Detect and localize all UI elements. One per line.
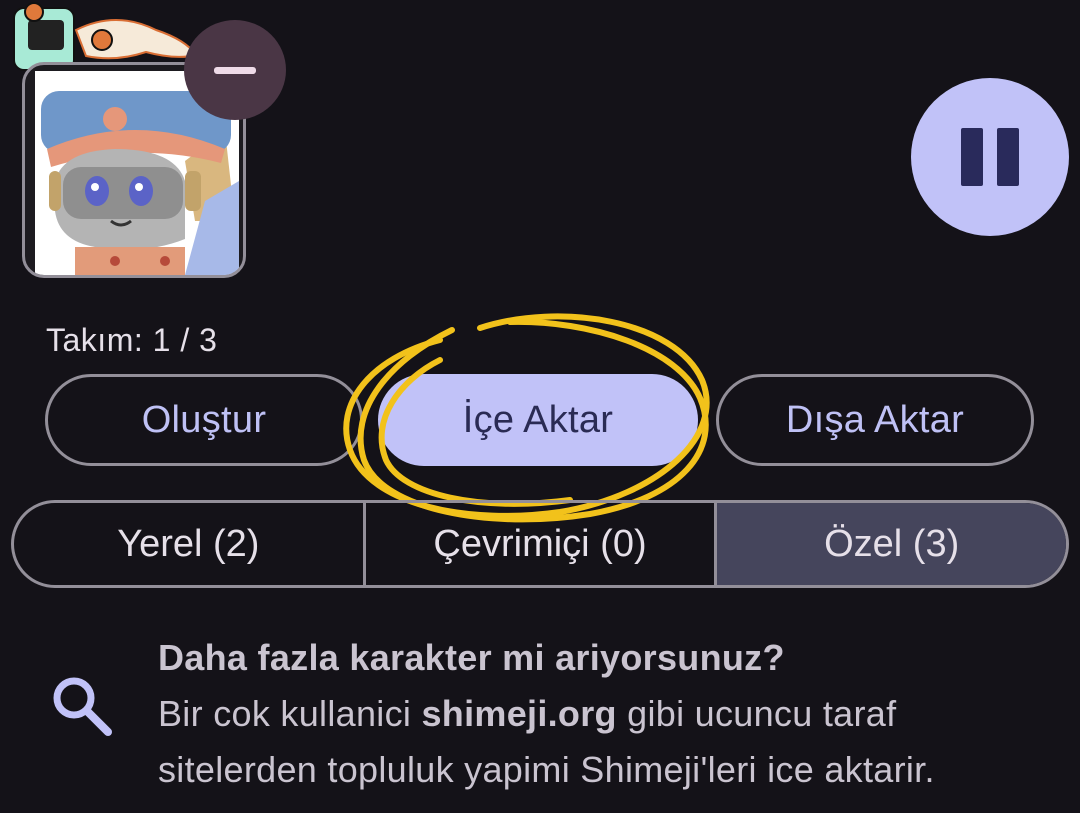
- tab-online[interactable]: Çevrimiçi (0): [362, 503, 715, 585]
- tab-local[interactable]: Yerel (2): [14, 503, 363, 585]
- tab-custom[interactable]: Özel (3): [714, 503, 1066, 585]
- import-button[interactable]: İçe Aktar: [378, 374, 698, 466]
- pause-icon-left-bar: [961, 128, 983, 186]
- pause-button[interactable]: [911, 78, 1069, 236]
- info-title: Daha fazla karakter mi ariyorsunuz?: [158, 637, 785, 678]
- remove-character-button[interactable]: [184, 20, 286, 120]
- character-source-tabs: Yerel (2) Çevrimiçi (0) Özel (3): [11, 500, 1069, 588]
- pause-icon-right-bar: [997, 128, 1019, 186]
- shimeji-org-link[interactable]: shimeji.org: [421, 693, 616, 734]
- minus-icon: [214, 66, 256, 74]
- create-button[interactable]: Oluştur: [45, 374, 363, 466]
- info-body-prefix: Bir cok kullanici: [158, 693, 422, 734]
- team-count-label: Takım: 1 / 3: [46, 322, 218, 358]
- info-body: Bir cok kullanici shimeji.org gibi ucunc…: [158, 686, 1058, 798]
- info-message: Daha fazla karakter mi ariyorsunuz? Bir …: [158, 630, 1058, 798]
- search-icon: [48, 672, 118, 747]
- export-button[interactable]: Dışa Aktar: [716, 374, 1034, 466]
